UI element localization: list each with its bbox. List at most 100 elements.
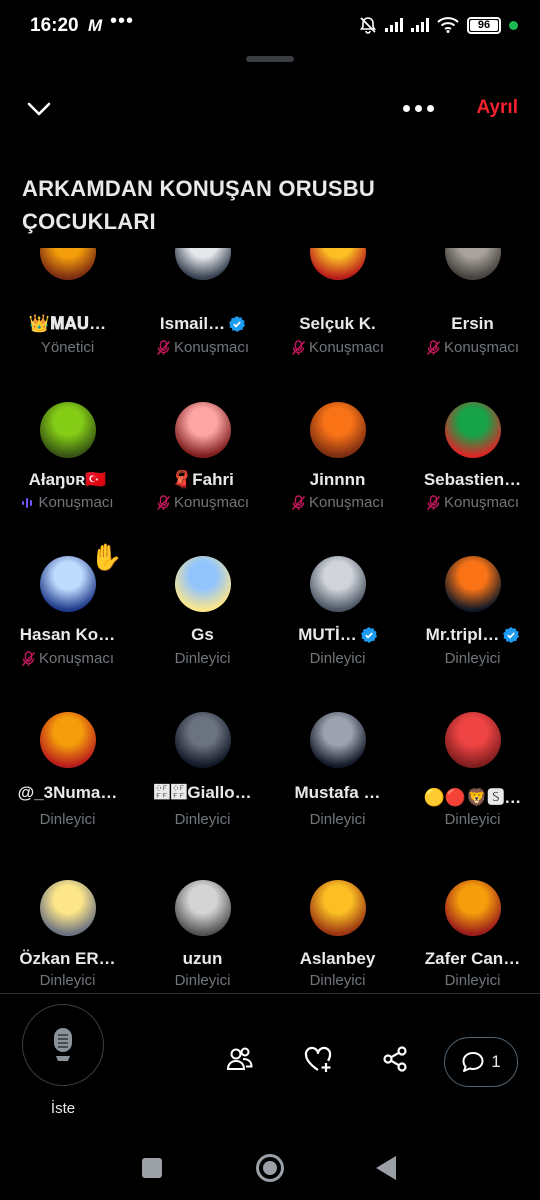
participant-card[interactable]: uzun Dinleyici	[135, 248, 270, 992]
avatar[interactable]	[175, 880, 231, 936]
participant-card[interactable]: Aslanbey Dinleyici	[270, 248, 405, 992]
microphone-icon	[54, 1028, 72, 1061]
avatar[interactable]	[310, 402, 366, 458]
heart-add-icon[interactable]	[303, 1044, 333, 1074]
raised-hand-icon: ✋	[90, 542, 123, 572]
leave-button[interactable]: Ayrıl	[476, 97, 518, 119]
participant-name: Ersin	[405, 314, 540, 334]
participant-name-text: uzun	[182, 949, 223, 968]
participant-role: Konuşmacı	[405, 339, 540, 356]
participant-card[interactable]: Özkan ER… Dinleyici	[0, 248, 135, 992]
participant-name-text: Ersin	[451, 314, 494, 333]
participant-name-text: Gs	[191, 625, 214, 644]
divider	[0, 993, 540, 994]
participant-card[interactable]: Zafer Can… Dinleyici	[405, 248, 540, 992]
avatar[interactable]	[40, 880, 96, 936]
mic-off-icon	[426, 494, 441, 510]
participant-name-text: MUTİ…	[298, 625, 357, 644]
status-bar: 16:20 M ••• 96	[0, 0, 540, 56]
avatar[interactable]	[445, 402, 501, 458]
status-more-dots: •••	[110, 10, 135, 32]
participant-name: @_3Numa…	[0, 783, 135, 803]
participant-name: Hasan Ko…	[0, 625, 135, 645]
participant-role: Dinleyici	[270, 972, 405, 989]
participant-role: Dinleyici	[405, 972, 540, 989]
participant-name: Zafer Can…	[405, 949, 540, 969]
mic-off-icon	[426, 339, 441, 355]
participant-name-text: Selçuk K.	[299, 314, 376, 333]
home-button[interactable]	[256, 1154, 284, 1182]
comment-count: 1	[491, 1052, 501, 1071]
verified-badge-icon	[229, 316, 246, 332]
participant-role-text: Dinleyici	[174, 811, 231, 828]
participant-role-text: Konuşmacı	[173, 494, 250, 511]
recording-dot-icon	[509, 20, 518, 30]
participant-role-text: Konuşmacı	[38, 494, 114, 511]
participant-name: Selçuk K.	[270, 314, 405, 334]
avatar[interactable]	[445, 556, 501, 612]
avatar[interactable]	[445, 248, 501, 280]
avatar[interactable]	[445, 880, 501, 936]
status-app-icon: M	[88, 16, 103, 35]
avatar[interactable]	[40, 402, 96, 458]
status-time: 16:20	[30, 15, 79, 36]
participant-role: Dinleyici	[135, 811, 270, 828]
participant-name-text: Özkan ER…	[19, 949, 116, 968]
avatar[interactable]	[40, 712, 96, 768]
participant-name-text: Jinnnn	[309, 470, 366, 489]
comments-button[interactable]: 1	[444, 1037, 518, 1087]
avatar[interactable]	[175, 556, 231, 612]
participant-role-text: Dinleyici	[444, 811, 501, 828]
verified-badge-icon	[503, 627, 520, 643]
participant-name: ࿿࿿Giallo…	[135, 783, 270, 803]
participant-role-text: Konuşmacı	[443, 339, 520, 356]
signal-icon-2	[411, 18, 429, 32]
participant-name: Mr.tripl…	[405, 625, 540, 645]
participant-name: Aslanbey	[270, 949, 405, 969]
chevron-down-icon[interactable]	[24, 94, 54, 124]
participant-name: Sebastien…	[405, 470, 540, 490]
avatar[interactable]	[175, 402, 231, 458]
participant-name-text: Hasan Ko…	[19, 625, 116, 644]
share-icon[interactable]	[380, 1044, 410, 1074]
avatar[interactable]	[40, 248, 96, 280]
participant-role-text: Dinleyici	[309, 972, 366, 989]
avatar[interactable]	[445, 712, 501, 768]
participant-name: 👑𝐌𝐀𝐔…	[0, 314, 135, 334]
mic-off-icon	[156, 339, 171, 355]
recent-apps-button[interactable]	[142, 1158, 162, 1178]
participant-name: 🧣Fahri	[135, 470, 270, 490]
mic-off-icon	[291, 339, 306, 355]
participant-role-text: Konuşmacı	[443, 494, 520, 511]
comment-icon	[462, 1052, 484, 1072]
participant-name-text: 👑𝐌𝐀𝐔…	[28, 314, 107, 333]
avatar[interactable]	[175, 712, 231, 768]
participant-name: uzun	[135, 949, 270, 969]
avatar[interactable]	[175, 248, 231, 280]
avatar[interactable]	[40, 556, 96, 612]
participant-name-text: Ismail…	[159, 314, 226, 333]
verified-badge-icon	[360, 627, 377, 643]
participant-role-text: Konuşmacı	[308, 339, 385, 356]
avatar[interactable]	[310, 880, 366, 936]
participant-role: Dinleyici	[405, 811, 540, 828]
participant-role: Konuşmacı	[405, 494, 540, 511]
avatar[interactable]	[310, 712, 366, 768]
participant-name: Ismail…	[135, 314, 270, 334]
request-to-speak-button[interactable]	[22, 1004, 104, 1086]
sheet-drag-handle[interactable]	[246, 56, 294, 62]
participant-role: Dinleyici	[135, 972, 270, 989]
avatar[interactable]	[310, 248, 366, 280]
participant-role: Dinleyici	[270, 650, 405, 667]
participant-name: MUTİ…	[270, 625, 405, 645]
participant-role: Konuşmacı	[0, 494, 135, 511]
people-icon[interactable]	[225, 1044, 255, 1074]
participant-role-text: Dinleyici	[309, 650, 366, 667]
participant-name-text: Sebastien…	[423, 470, 522, 489]
participant-name-text: ࿿࿿Giallo…	[153, 783, 252, 802]
more-options-icon[interactable]	[403, 100, 437, 116]
back-button[interactable]	[376, 1156, 396, 1180]
participant-role-text: Dinleyici	[174, 972, 231, 989]
bell-muted-icon	[360, 17, 376, 34]
avatar[interactable]	[310, 556, 366, 612]
